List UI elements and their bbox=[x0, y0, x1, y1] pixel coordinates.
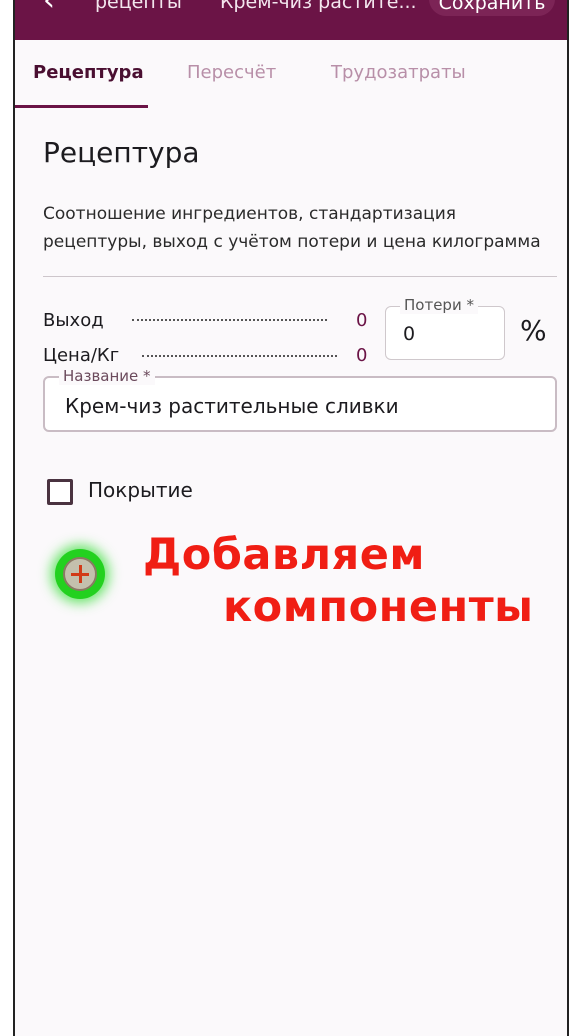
price-dots bbox=[142, 355, 337, 357]
losses-label: Потери * bbox=[400, 296, 478, 314]
tab-recalculation[interactable]: Пересчёт bbox=[187, 62, 276, 83]
section-title: Рецептура bbox=[43, 136, 200, 169]
losses-input[interactable] bbox=[401, 322, 495, 346]
plus-circle-icon bbox=[63, 557, 97, 591]
divider bbox=[43, 276, 557, 277]
yield-value: 0 bbox=[356, 310, 368, 331]
yield-label: Выход bbox=[43, 310, 104, 331]
app-frame: ‹ рецепты Крем-чиз растите... Сохранить … bbox=[13, 0, 569, 1036]
name-input[interactable] bbox=[63, 393, 547, 419]
coating-label[interactable]: Покрытие bbox=[88, 478, 193, 502]
price-label: Цена/Кг bbox=[43, 345, 120, 366]
breadcrumb-current: Крем-чиз растите... bbox=[220, 0, 417, 13]
save-button[interactable]: Сохранить bbox=[429, 0, 555, 16]
promo-line-2: компоненты bbox=[223, 582, 534, 632]
tab-labor-costs[interactable]: Трудозатраты bbox=[331, 62, 466, 83]
tab-bar: Рецептура Пересчёт Трудозатраты bbox=[15, 40, 567, 108]
breadcrumb-recipes[interactable]: рецепты bbox=[95, 0, 182, 13]
coating-checkbox[interactable] bbox=[47, 479, 73, 505]
percent-unit: % bbox=[520, 314, 547, 347]
arrow-left-icon[interactable]: ‹ bbox=[43, 0, 55, 16]
yield-dots bbox=[132, 319, 327, 321]
tab-recipe[interactable]: Рецептура bbox=[33, 62, 144, 83]
section-description: Соотношение ингредиентов, стандартизация… bbox=[43, 204, 541, 252]
price-value: 0 bbox=[356, 345, 368, 366]
app-bar: ‹ рецепты Крем-чиз растите... Сохранить bbox=[15, 0, 567, 40]
name-label: Название * bbox=[59, 367, 155, 385]
add-component-button[interactable] bbox=[55, 549, 105, 599]
promo-line-1: Добавляем bbox=[143, 530, 426, 580]
active-tab-indicator bbox=[15, 105, 148, 108]
